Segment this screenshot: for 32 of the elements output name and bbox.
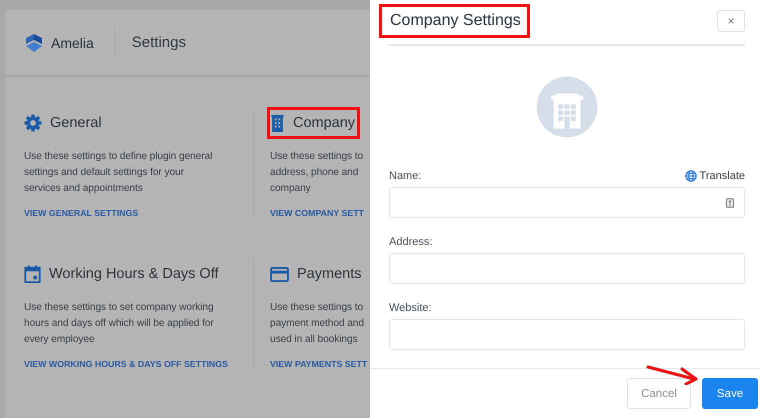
globe-icon	[684, 170, 697, 182]
text-field[interactable]	[389, 319, 745, 350]
field-label: Address:	[389, 236, 432, 248]
field-label: Name:	[389, 170, 422, 182]
view-settings-link[interactable]: VIEW GENERAL SETTINGS	[24, 208, 239, 218]
text-field[interactable]	[389, 253, 745, 284]
translate-link[interactable]: Translate	[684, 170, 745, 182]
building-icon	[270, 114, 285, 132]
card-title: Payments	[297, 266, 362, 282]
credit-card-icon	[270, 266, 289, 282]
card-description: Use these settings to set company working hours and days off which will be applied for every employee	[24, 301, 215, 347]
page-title: Settings	[132, 34, 186, 51]
close-button[interactable]: ×	[717, 10, 745, 32]
brand-name: Amelia	[51, 34, 94, 50]
info-icon	[726, 198, 734, 208]
save-button[interactable]: Save	[702, 378, 758, 409]
field-label: Website:	[389, 302, 432, 314]
card-title: Working Hours & Days Off	[49, 266, 218, 282]
view-settings-link[interactable]: VIEW WORKING HOURS & DAYS OFF SETTINGS	[24, 359, 239, 369]
card-description: Use these settings to payment method and used in all bookings	[270, 301, 365, 347]
card-title: General	[50, 115, 102, 131]
gear-icon	[24, 114, 42, 132]
calendar-icon	[24, 265, 41, 283]
card-description: Use these settings to define plugin general settings and default settings for your services and appointments	[24, 150, 214, 196]
logo-icon	[24, 32, 44, 52]
dialog-title: Company Settings	[390, 12, 521, 29]
text-field[interactable]	[389, 187, 745, 218]
view-settings-link[interactable]: VIEW PAYMENTS SETT	[270, 359, 370, 369]
cancel-button[interactable]: Cancel	[627, 378, 691, 409]
card-description: Use these settings to address, phone and company	[270, 150, 364, 196]
view-settings-link[interactable]: VIEW COMPANY SETT	[270, 208, 370, 218]
card-title: Company	[293, 115, 356, 131]
